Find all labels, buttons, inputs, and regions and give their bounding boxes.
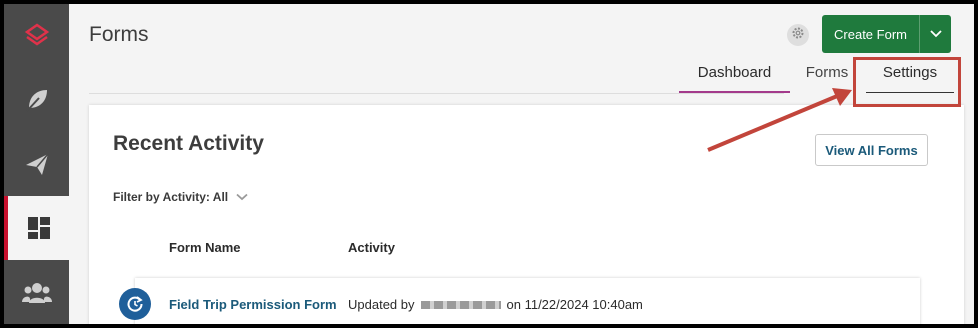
column-header-form-name: Form Name bbox=[169, 240, 241, 255]
dashboard-grid-icon bbox=[27, 216, 51, 240]
activity-text: Updated by on 11/22/2024 10:40am bbox=[348, 297, 643, 312]
header-divider bbox=[89, 93, 784, 94]
activity-suffix: on 11/22/2024 10:40am bbox=[506, 297, 643, 312]
create-form-dropdown-toggle[interactable] bbox=[920, 15, 951, 53]
redacted-user-name bbox=[420, 300, 501, 309]
create-form-button[interactable]: Create Form bbox=[822, 15, 951, 53]
sidebar-item-home[interactable] bbox=[4, 4, 69, 68]
sidebar-item-dashboard[interactable] bbox=[4, 196, 69, 260]
chevron-down-icon bbox=[236, 190, 248, 204]
table-row: Field Trip Permission Form Updated by on… bbox=[119, 278, 920, 324]
page-title: Forms bbox=[89, 23, 149, 46]
leaf-icon bbox=[23, 86, 51, 114]
sidebar-item-send[interactable] bbox=[4, 132, 69, 196]
annotation-arrow bbox=[707, 88, 852, 152]
sidebar-item-users[interactable] bbox=[4, 260, 69, 324]
activity-prefix: Updated by bbox=[348, 297, 415, 312]
sidebar-item-leaf[interactable] bbox=[4, 68, 69, 132]
activity-filter[interactable]: Filter by Activity: All bbox=[113, 190, 248, 204]
gear-icon bbox=[791, 26, 805, 45]
paper-plane-icon bbox=[23, 150, 51, 178]
filter-label: Filter by Activity: All bbox=[113, 190, 229, 204]
users-icon bbox=[21, 279, 52, 305]
form-name-link[interactable]: Field Trip Permission Form bbox=[169, 297, 337, 312]
annotation-highlight-box bbox=[853, 57, 961, 107]
create-form-label: Create Form bbox=[834, 26, 907, 42]
recent-activity-icon bbox=[119, 288, 151, 320]
app-logo-icon bbox=[24, 23, 50, 49]
chevron-down-icon bbox=[929, 25, 942, 43]
card-title: Recent Activity bbox=[113, 132, 264, 155]
sidebar bbox=[4, 4, 69, 324]
app-window: Forms Create Form Dashboard Forms Settin… bbox=[4, 4, 974, 324]
settings-gear-button[interactable] bbox=[787, 24, 809, 46]
column-header-activity: Activity bbox=[348, 240, 395, 255]
